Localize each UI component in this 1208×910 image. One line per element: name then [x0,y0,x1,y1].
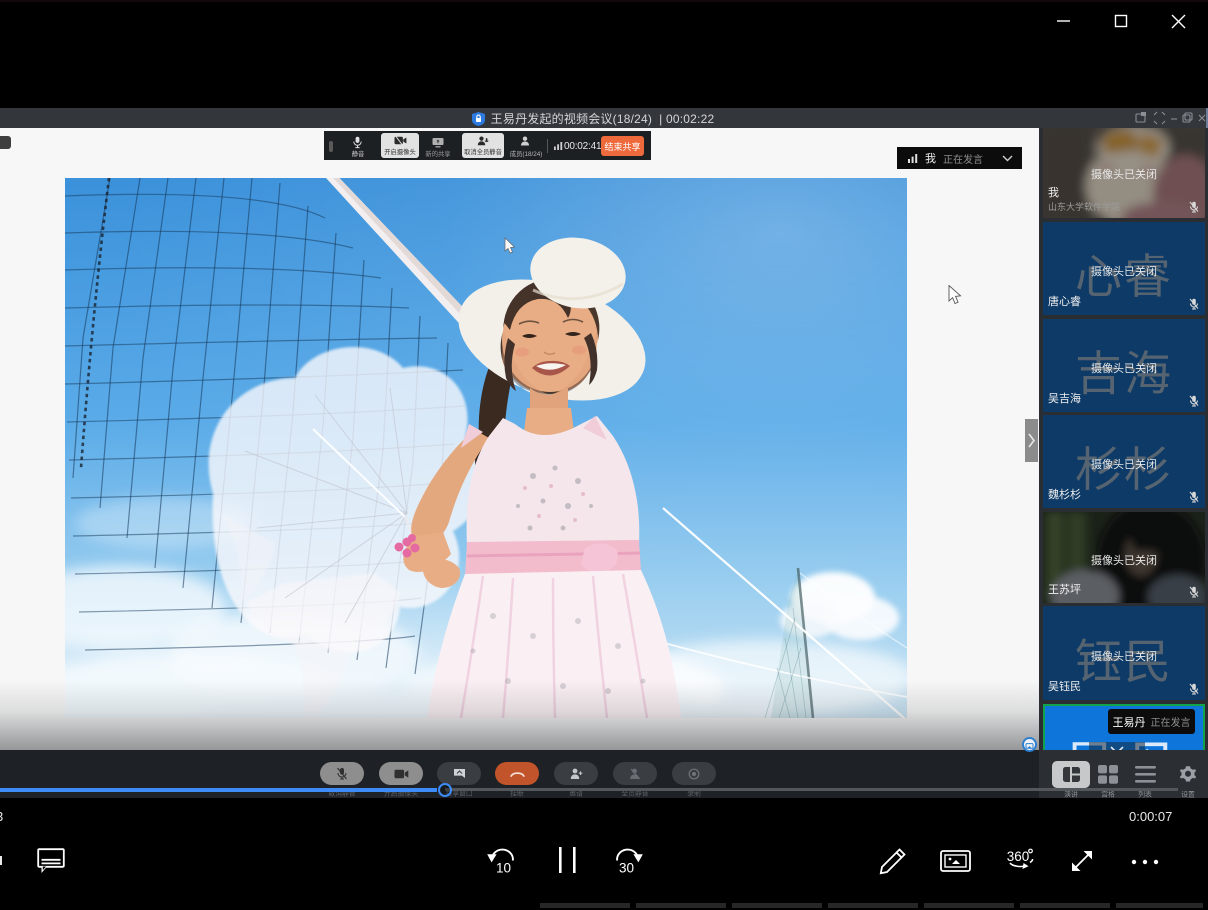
svg-text:30: 30 [619,861,634,876]
svg-text:360: 360 [1007,849,1030,864]
svg-text:10: 10 [496,861,511,876]
